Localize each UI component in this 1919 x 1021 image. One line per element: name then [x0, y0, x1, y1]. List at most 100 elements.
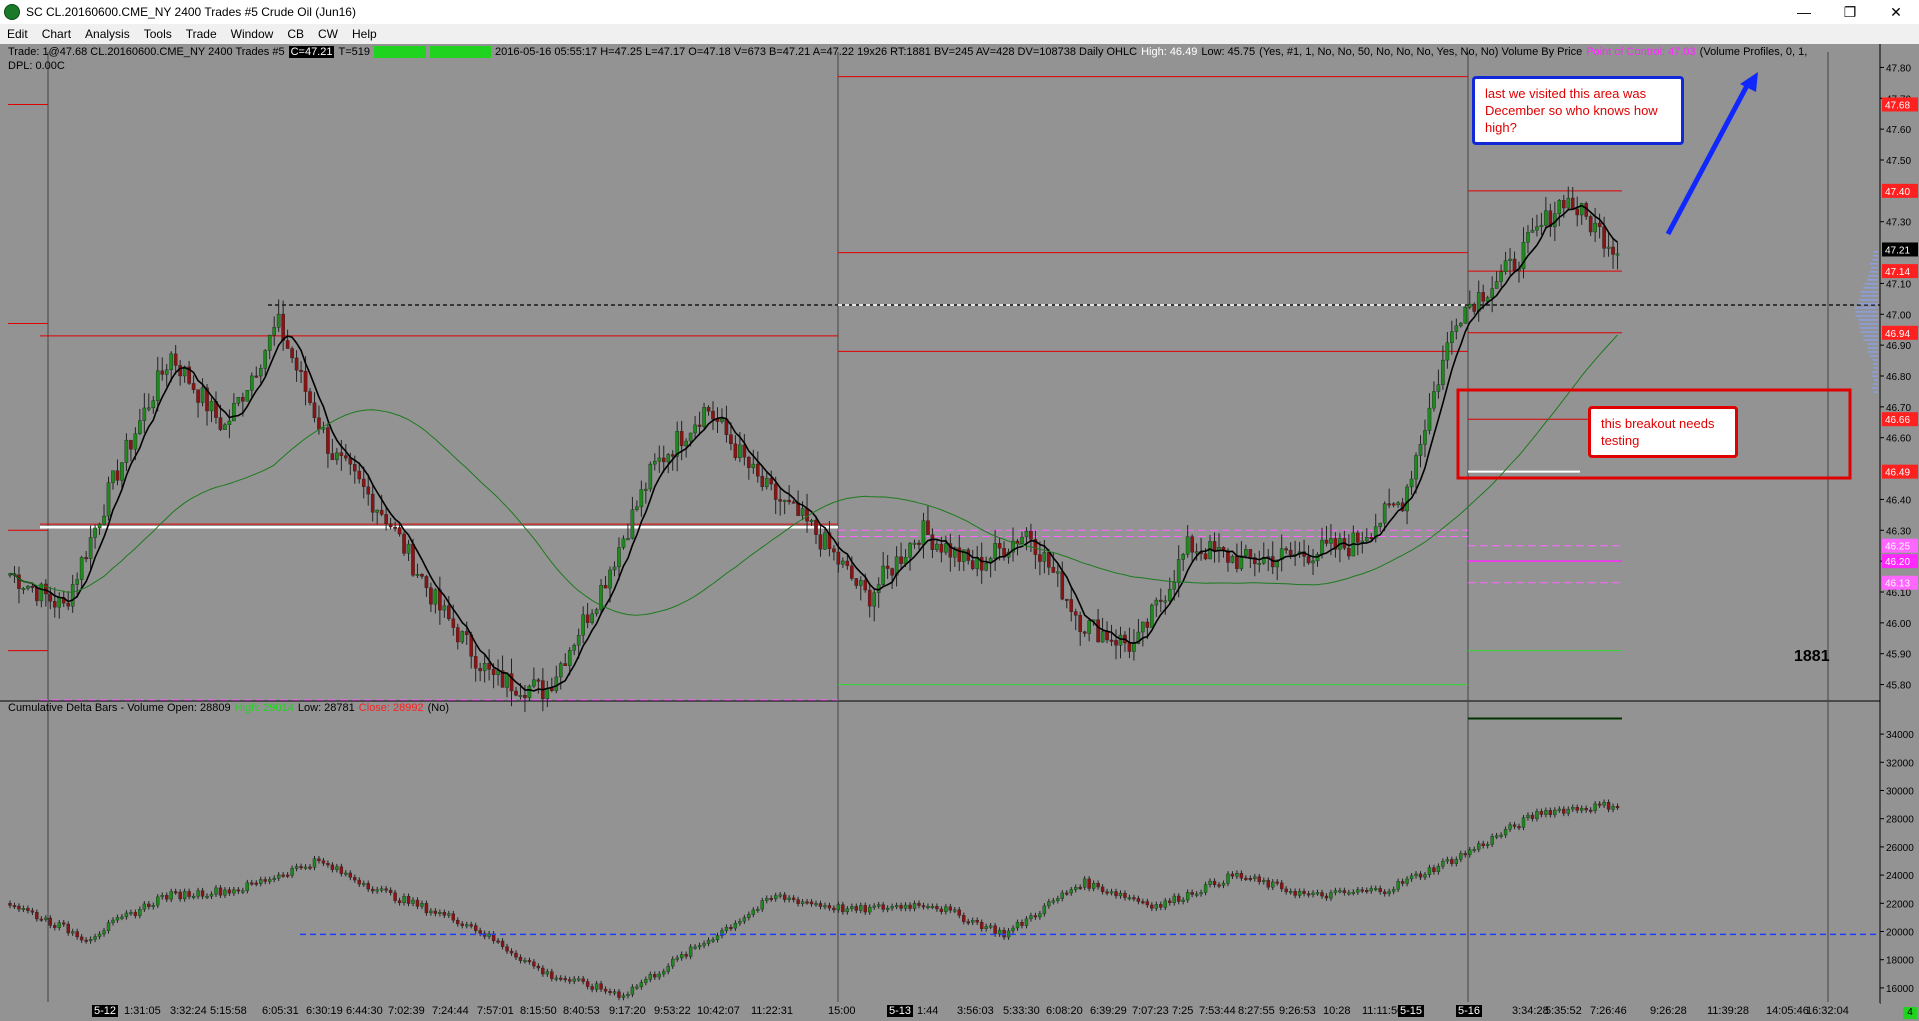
- candle-body: [1463, 307, 1468, 324]
- delta-bar: [1047, 901, 1051, 907]
- candle-body: [608, 569, 612, 589]
- delta-bar: [447, 913, 451, 916]
- candle-body: [173, 353, 178, 366]
- delta-bar: [747, 914, 751, 918]
- delta-axis-label: 28000: [1886, 815, 1914, 826]
- annotation-note-breakout[interactable]: this breakout needs testing: [1588, 406, 1738, 458]
- menu-help[interactable]: Help: [345, 27, 384, 41]
- candle-body: [339, 452, 344, 456]
- candle-body: [1490, 288, 1494, 298]
- delta-bar: [782, 894, 787, 900]
- candle-body: [1154, 599, 1159, 606]
- candle-body: [818, 534, 823, 550]
- menu-tools[interactable]: Tools: [137, 27, 179, 41]
- menu-chart[interactable]: Chart: [35, 27, 78, 41]
- candle-body: [169, 353, 174, 371]
- delta-bar: [79, 936, 84, 941]
- delta-bar: [1584, 808, 1588, 811]
- delta-bar: [1082, 878, 1087, 888]
- price-axis-label: 46.90: [1886, 341, 1911, 352]
- candle-body: [491, 669, 496, 675]
- candle-body: [1167, 588, 1172, 601]
- delta-bar: [1297, 891, 1302, 896]
- delta-bar: [791, 897, 796, 900]
- candle-body: [1190, 536, 1194, 553]
- volume-profile-bar: [1863, 287, 1878, 289]
- menu-cw[interactable]: CW: [311, 27, 345, 41]
- delta-bar: [1253, 876, 1257, 879]
- candle-body: [285, 340, 290, 349]
- delta-bar: [1208, 880, 1212, 885]
- menu-cb[interactable]: CB: [280, 27, 311, 41]
- delta-axis-label: 26000: [1886, 843, 1914, 854]
- candle-body: [1418, 444, 1423, 456]
- delta-bar: [563, 978, 567, 981]
- delta-bar: [97, 933, 102, 937]
- minimize-icon[interactable]: —: [1781, 0, 1827, 24]
- delta-bar: [554, 977, 558, 980]
- delta-bar: [854, 906, 858, 911]
- candle-body: [576, 635, 581, 646]
- window-title: SC CL.20160600.CME_NY 2400 Trades #5 Cru…: [26, 5, 356, 19]
- delta-bar: [138, 909, 142, 916]
- delta-bar: [644, 979, 648, 983]
- candle-body: [39, 583, 44, 602]
- candle-body: [1087, 620, 1091, 634]
- delta-bar: [1387, 891, 1391, 894]
- delta-bar: [111, 919, 115, 923]
- volume-profile-bar: [1872, 387, 1878, 389]
- chart-canvas[interactable]: 47.8047.7047.6047.5047.3047.1047.0046.90…: [0, 44, 1919, 1004]
- delta-bar: [344, 872, 348, 875]
- menu-edit[interactable]: Edit: [0, 27, 35, 41]
- time-axis-label: 7:02:39: [388, 1005, 425, 1017]
- delta-bar: [612, 991, 617, 994]
- candle-body: [1194, 551, 1199, 554]
- candle-body: [321, 427, 326, 430]
- delta-bar: [1006, 930, 1011, 938]
- time-axis-label: 8:27:55: [1238, 1005, 1275, 1017]
- delta-bar: [608, 991, 612, 993]
- candle-body: [1020, 536, 1024, 544]
- candle-body: [885, 565, 890, 569]
- volume-profile-bar: [1855, 315, 1878, 317]
- price-axis-label: 47.00: [1886, 310, 1911, 321]
- delta-bar: [800, 901, 805, 904]
- delta-bar: [290, 868, 294, 876]
- candle-body: [899, 556, 903, 564]
- menu-analysis[interactable]: Analysis: [78, 27, 137, 41]
- price-axis-label: 46.00: [1886, 619, 1911, 630]
- delta-bar: [147, 903, 151, 907]
- candle-body: [312, 402, 317, 419]
- candle-body: [473, 656, 478, 669]
- menu-window[interactable]: Window: [224, 27, 281, 41]
- delta-bar: [684, 954, 688, 957]
- candle-body: [764, 477, 769, 488]
- menu-trade[interactable]: Trade: [179, 27, 224, 41]
- candle-body: [935, 543, 939, 550]
- price-label-text: 47.21: [1885, 245, 1910, 256]
- delta-bar: [962, 915, 966, 922]
- delta-bar: [1477, 843, 1481, 850]
- volume-profile-bar: [1859, 299, 1878, 301]
- price-label-text: 46.20: [1885, 557, 1910, 568]
- price-axis-label: 47.60: [1886, 125, 1911, 136]
- candle-body: [1458, 322, 1463, 327]
- info-high: High: 46.49: [1141, 46, 1198, 58]
- delta-bar: [1074, 886, 1078, 890]
- candle-body: [782, 499, 787, 502]
- delta-bar: [742, 917, 747, 922]
- candle-body: [290, 348, 294, 359]
- delta-bar: [335, 866, 339, 870]
- candle-body: [21, 588, 26, 591]
- delta-bar: [178, 891, 182, 900]
- close-icon[interactable]: ✕: [1873, 0, 1919, 24]
- candle-body: [630, 509, 635, 539]
- candle-body: [841, 560, 845, 565]
- delta-bar: [863, 905, 867, 913]
- delta-bar: [979, 922, 984, 929]
- delta-bar: [62, 922, 66, 925]
- annotation-note-december[interactable]: last we visited this area was December s…: [1472, 76, 1684, 145]
- candle-body: [1284, 548, 1288, 551]
- candle-body: [693, 424, 697, 434]
- restore-icon[interactable]: ❐: [1827, 0, 1873, 24]
